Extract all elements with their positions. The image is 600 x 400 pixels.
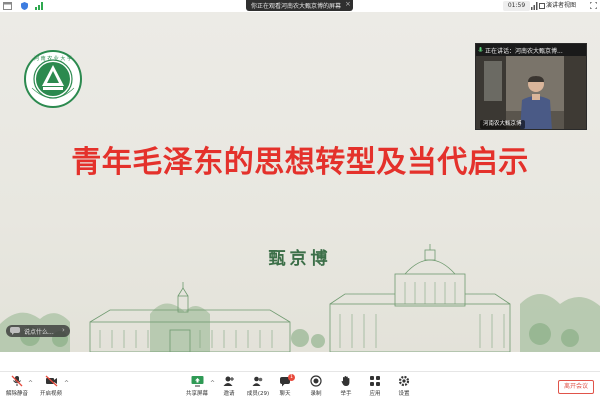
raise-hand-label: 举手 <box>340 391 352 397</box>
network-signal-icon[interactable] <box>35 2 44 10</box>
meeting-timer: 01:59 <box>503 1 530 11</box>
chat-button[interactable]: 1 聊天 <box>270 374 300 400</box>
banner-text: 你正在观看河南农大甄京博的屏幕 <box>251 3 342 10</box>
apps-label: 应用 <box>369 391 381 397</box>
members-label: 成员(29) <box>246 391 270 397</box>
record-icon <box>310 375 322 387</box>
slide-title: 青年毛泽东的思想转型及当代启示 <box>71 145 529 180</box>
security-shield-icon[interactable] <box>20 2 29 10</box>
banner-close-icon[interactable]: × <box>345 0 351 8</box>
speaker-name-label: 河南农大甄京博 <box>483 121 522 127</box>
fullscreen-icon[interactable] <box>590 2 597 9</box>
svg-text:河 南 农 业 大 学: 河 南 农 业 大 学 <box>34 55 72 62</box>
chat-expand-icon[interactable]: › <box>62 326 65 334</box>
invite-button[interactable]: 邀请 <box>214 375 244 400</box>
university-logo: 河 南 农 业 大 学 <box>24 50 82 108</box>
video-options-caret[interactable]: ^ <box>64 380 69 387</box>
grid-view-icon <box>539 2 545 9</box>
meeting-toolbar: 解除静音 ^ 开启视频 ^ 共享屏幕 ^ 邀请 成员(29) 1 聊天 录制 举… <box>0 371 600 400</box>
share-screen-icon <box>191 376 203 387</box>
chat-placeholder: 说点什么... <box>24 329 54 336</box>
settings-icon <box>398 375 410 387</box>
unmute-label: 解除静音 <box>5 391 28 397</box>
apps-button[interactable]: 应用 <box>360 375 390 400</box>
leave-meeting-button[interactable]: 离开会议 <box>558 380 594 394</box>
apps-icon <box>370 376 380 386</box>
speaker-video-panel[interactable]: 正在讲话：河南农大甄京博... 河南农大甄京博 <box>475 43 587 130</box>
raise-hand-icon <box>341 376 350 386</box>
unmute-button[interactable]: 解除静音 <box>2 375 32 400</box>
share-screen-button[interactable]: 共享屏幕 <box>182 375 212 400</box>
speaker-name-tag: 河南农大甄京博 <box>480 120 525 129</box>
record-label: 录制 <box>310 391 322 397</box>
chat-label: 聊天 <box>279 391 291 397</box>
invite-icon <box>223 376 234 386</box>
speaking-indicator: 正在讲话：河南农大甄京博... <box>476 44 586 56</box>
settings-label: 设置 <box>398 391 410 397</box>
speaking-label: 正在讲话：河南农大甄京博... <box>485 48 563 55</box>
chat-bubble-icon <box>10 327 20 335</box>
video-off-icon <box>45 375 57 387</box>
connection-icon <box>531 2 538 10</box>
chat-unread-badge: 1 <box>288 374 295 381</box>
speaking-mic-icon <box>478 47 483 52</box>
mic-muted-icon <box>11 375 23 387</box>
speaker-view-label: 演讲者视图 <box>546 2 577 9</box>
audio-options-caret[interactable]: ^ <box>28 380 33 387</box>
invite-label: 邀请 <box>223 391 235 397</box>
settings-button[interactable]: 设置 <box>389 375 419 400</box>
screen-share-banner: 你正在观看河南农大甄京博的屏幕 × <box>246 0 353 11</box>
start-video-button[interactable]: 开启视频 <box>36 375 66 400</box>
chat-input-bubble[interactable]: 说点什么... › <box>6 325 70 337</box>
start-video-label: 开启视频 <box>39 391 62 397</box>
shared-screen-slide: 河 南 农 业 大 学 青年毛泽东的思想转型及当代启示 甄京博 正在讲话：河南农… <box>0 12 600 352</box>
top-status-bar: 你正在观看河南农大甄京博的屏幕 × 01:59 演讲者视图 <box>0 0 600 12</box>
share-screen-label: 共享屏幕 <box>185 391 208 397</box>
raise-hand-button[interactable]: 举手 <box>331 375 361 400</box>
campus-building-illustration <box>0 244 600 352</box>
speaker-view-button[interactable]: 演讲者视图 <box>539 1 587 11</box>
speaker-video-feed <box>476 56 586 129</box>
members-icon <box>252 376 263 386</box>
window-icon[interactable] <box>3 2 12 10</box>
record-button[interactable]: 录制 <box>301 375 331 400</box>
members-button[interactable]: 成员(29) <box>243 375 273 400</box>
